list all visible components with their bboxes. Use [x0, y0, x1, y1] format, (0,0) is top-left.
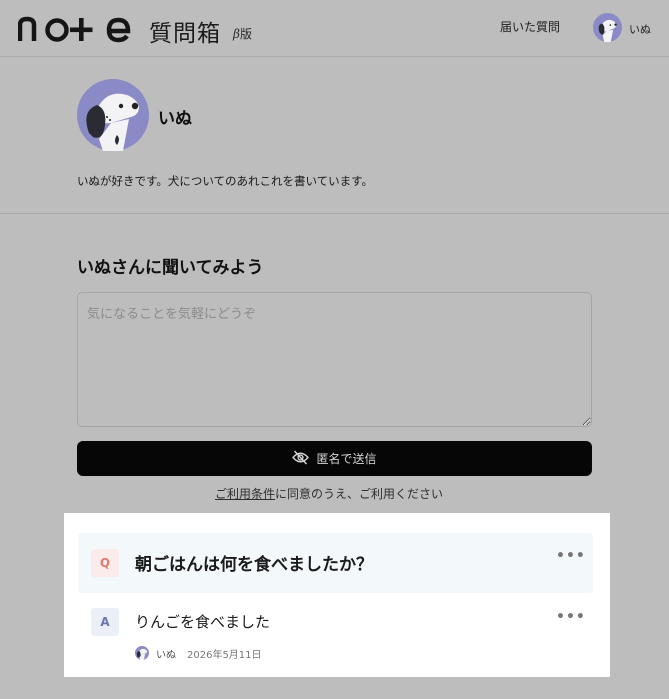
terms-text: に同意のうえ、ご利用ください: [275, 487, 444, 501]
profile-avatar: [77, 79, 149, 151]
header: 質問箱 β版 届いた質問 いぬ: [0, 0, 669, 57]
profile-name: いぬ: [158, 109, 192, 129]
answerer-avatar[interactable]: [135, 645, 149, 660]
answer-text: りんごを食べました: [135, 613, 271, 631]
answer-badge: A: [91, 608, 119, 636]
received-questions-link[interactable]: 届いた質問: [500, 18, 560, 35]
answer-more-icon[interactable]: •••: [556, 610, 585, 625]
terms-link[interactable]: ご利用条件: [215, 487, 275, 501]
qa-card: Q 朝ごはんは何を食べましたか？ ••• A りんごを食べました ••• いぬ …: [64, 513, 610, 677]
note-logo[interactable]: [18, 11, 132, 43]
header-username: いぬ: [629, 23, 651, 36]
beta-suffix: 版: [239, 27, 252, 41]
avatar[interactable]: [593, 13, 622, 42]
ask-heading: いぬさんに聞いてみよう: [77, 258, 264, 278]
question-badge: Q: [91, 549, 119, 577]
terms-notice: ご利用条件に同意のうえ、ご利用ください: [215, 485, 443, 502]
answerer-name[interactable]: いぬ: [156, 646, 176, 661]
page: 質問箱 β版 届いた質問 いぬ いぬ いぬが好きです。犬についてのあれこれを書い…: [0, 0, 669, 699]
divider: [0, 213, 669, 214]
beta-symbol: β: [233, 27, 240, 41]
anonymous-send-button[interactable]: 匿名で送信: [77, 441, 592, 476]
question-row: Q 朝ごはんは何を食べましたか？ •••: [78, 533, 593, 593]
profile-bio: いぬが好きです。犬についてのあれこれを書いています。: [77, 174, 374, 188]
answer-date: 2026年5月11日: [187, 650, 262, 661]
send-button-label: 匿名で送信: [316, 452, 377, 466]
question-input[interactable]: [77, 292, 592, 427]
beta-label: β版: [233, 25, 252, 42]
question-more-icon[interactable]: •••: [556, 549, 585, 564]
site-name: 質問箱: [149, 21, 221, 47]
eye-slash-icon: [292, 449, 310, 468]
question-text: 朝ごはんは何を食べましたか？: [135, 555, 373, 575]
